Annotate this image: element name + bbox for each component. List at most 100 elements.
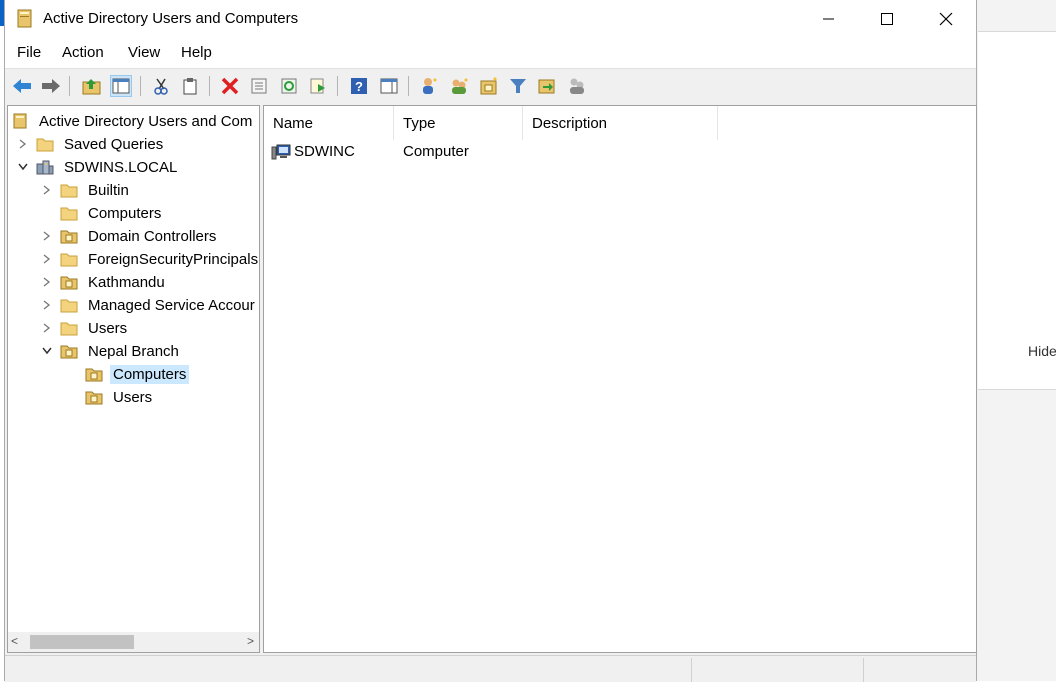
title-bar[interactable]: Active Directory Users and Computers xyxy=(5,0,976,38)
scroll-right-icon[interactable]: > xyxy=(247,634,254,648)
aduc-window: Active Directory Users and Computers Fil… xyxy=(4,0,977,682)
cell-type: Computer xyxy=(403,143,469,160)
new-group-icon xyxy=(452,78,468,94)
tree-item-computers[interactable]: Computers xyxy=(40,202,164,224)
new-user-button[interactable] xyxy=(418,75,440,97)
tree-item-domain[interactable]: SDWINS.LOCAL xyxy=(16,156,180,178)
chevron-right-icon[interactable] xyxy=(16,137,30,151)
tree-item-nepal-computers[interactable]: Computers xyxy=(65,363,190,385)
filter-icon xyxy=(510,79,526,93)
new-ou-button[interactable] xyxy=(478,75,500,97)
list-item[interactable]: SDWINC Computer xyxy=(264,141,964,163)
tree-item-nepal-users[interactable]: Users xyxy=(65,386,155,408)
delegate-icon xyxy=(570,78,584,94)
ou-icon xyxy=(85,391,103,405)
new-group-button[interactable] xyxy=(448,75,470,97)
chevron-down-icon[interactable] xyxy=(40,344,54,358)
tree-item-label: Nepal Branch xyxy=(88,342,179,360)
tree-item-kathmandu[interactable]: Kathmandu xyxy=(40,271,168,293)
tree-item-nepal-branch[interactable]: Nepal Branch xyxy=(40,340,182,362)
new-ou-icon xyxy=(480,77,497,95)
show-console-tree-button[interactable] xyxy=(110,75,132,97)
ou-icon xyxy=(60,230,78,244)
tree-item-builtin[interactable]: Builtin xyxy=(40,179,132,201)
folder-icon xyxy=(60,299,78,313)
chevron-right-icon[interactable] xyxy=(40,183,54,197)
toolbar-separator xyxy=(69,76,70,96)
help-button[interactable]: ? xyxy=(348,75,370,97)
tree-root-label: Active Directory Users and Com xyxy=(39,112,253,130)
cell-name: SDWINC xyxy=(294,143,355,160)
minimize-icon xyxy=(823,18,834,20)
chevron-down-icon[interactable] xyxy=(16,160,30,174)
console-tree-icon xyxy=(112,78,130,94)
tree-item-label: Users xyxy=(113,388,153,406)
tree-item-label: Computers xyxy=(88,204,162,222)
folder-icon xyxy=(60,253,78,267)
forward-icon xyxy=(42,79,60,93)
delete-button[interactable] xyxy=(219,75,241,97)
properties-button[interactable] xyxy=(248,75,270,97)
column-header-description[interactable]: Description xyxy=(523,106,718,140)
menu-bar: File Action View Help xyxy=(5,38,976,68)
filter-button[interactable] xyxy=(507,75,529,97)
aduc-console-icon xyxy=(13,113,27,129)
cut-button[interactable] xyxy=(150,75,172,97)
tree-root[interactable]: Active Directory Users and Com xyxy=(11,110,255,132)
tree-item-label: Saved Queries xyxy=(64,135,164,153)
minimize-button[interactable] xyxy=(800,0,858,38)
chevron-right-icon[interactable] xyxy=(40,229,54,243)
back-button[interactable] xyxy=(11,75,33,97)
tree-item-label: Computers xyxy=(110,364,190,384)
chevron-right-icon[interactable] xyxy=(40,298,54,312)
column-header-type[interactable]: Type xyxy=(394,106,523,140)
tree-horizontal-scrollbar[interactable]: < > xyxy=(8,632,259,652)
add-to-group-button[interactable] xyxy=(536,75,558,97)
scrollbar-thumb[interactable] xyxy=(30,635,134,649)
console-tree[interactable]: Active Directory Users and Com Saved Que… xyxy=(7,105,260,653)
tree-item-saved-queries[interactable]: Saved Queries xyxy=(16,133,166,155)
tree-item-managed-service-accounts[interactable]: Managed Service Accour xyxy=(40,294,258,316)
up-level-button[interactable] xyxy=(81,75,103,97)
folder-icon xyxy=(36,138,54,152)
close-button[interactable] xyxy=(917,0,975,38)
delegate-control-button[interactable] xyxy=(566,75,588,97)
toolbar-separator xyxy=(408,76,409,96)
cut-icon xyxy=(154,78,168,95)
results-list[interactable]: Name Type Description SDWINC Computer xyxy=(263,105,977,653)
window-title: Active Directory Users and Computers xyxy=(43,10,299,27)
column-header-name[interactable]: Name xyxy=(264,106,394,140)
maximize-button[interactable] xyxy=(858,0,916,38)
twisty-placeholder xyxy=(65,367,79,381)
status-bar xyxy=(5,655,976,682)
export-list-button[interactable] xyxy=(307,75,329,97)
maximize-icon xyxy=(881,13,893,25)
background-hide-text[interactable]: Hide xyxy=(1028,343,1056,359)
folder-icon xyxy=(60,184,78,198)
tree-item-domain-controllers[interactable]: Domain Controllers xyxy=(40,225,219,247)
show-hide-button[interactable] xyxy=(378,75,400,97)
toolbar-separator xyxy=(209,76,210,96)
menu-view[interactable]: View xyxy=(128,44,160,61)
tree-item-foreign-security-principals[interactable]: ForeignSecurityPrincipals xyxy=(40,248,259,270)
chevron-right-icon[interactable] xyxy=(40,252,54,266)
tree-item-label: SDWINS.LOCAL xyxy=(64,158,178,176)
copy-icon xyxy=(183,78,197,95)
chevron-right-icon[interactable] xyxy=(40,275,54,289)
copy-button[interactable] xyxy=(179,75,201,97)
refresh-button[interactable] xyxy=(278,75,300,97)
tree-item-users[interactable]: Users xyxy=(40,317,130,339)
app-icon xyxy=(17,9,32,28)
computer-icon xyxy=(271,144,291,160)
menu-help[interactable]: Help xyxy=(181,44,212,61)
properties-icon xyxy=(251,78,267,94)
menu-action[interactable]: Action xyxy=(62,44,104,61)
background-panel xyxy=(978,31,1056,390)
scroll-left-icon[interactable]: < xyxy=(11,634,18,648)
ou-icon xyxy=(60,276,78,290)
tree-item-label: Domain Controllers xyxy=(88,227,217,245)
toolbar-separator xyxy=(140,76,141,96)
menu-file[interactable]: File xyxy=(17,44,41,61)
chevron-right-icon[interactable] xyxy=(40,321,54,335)
forward-button[interactable] xyxy=(40,75,62,97)
